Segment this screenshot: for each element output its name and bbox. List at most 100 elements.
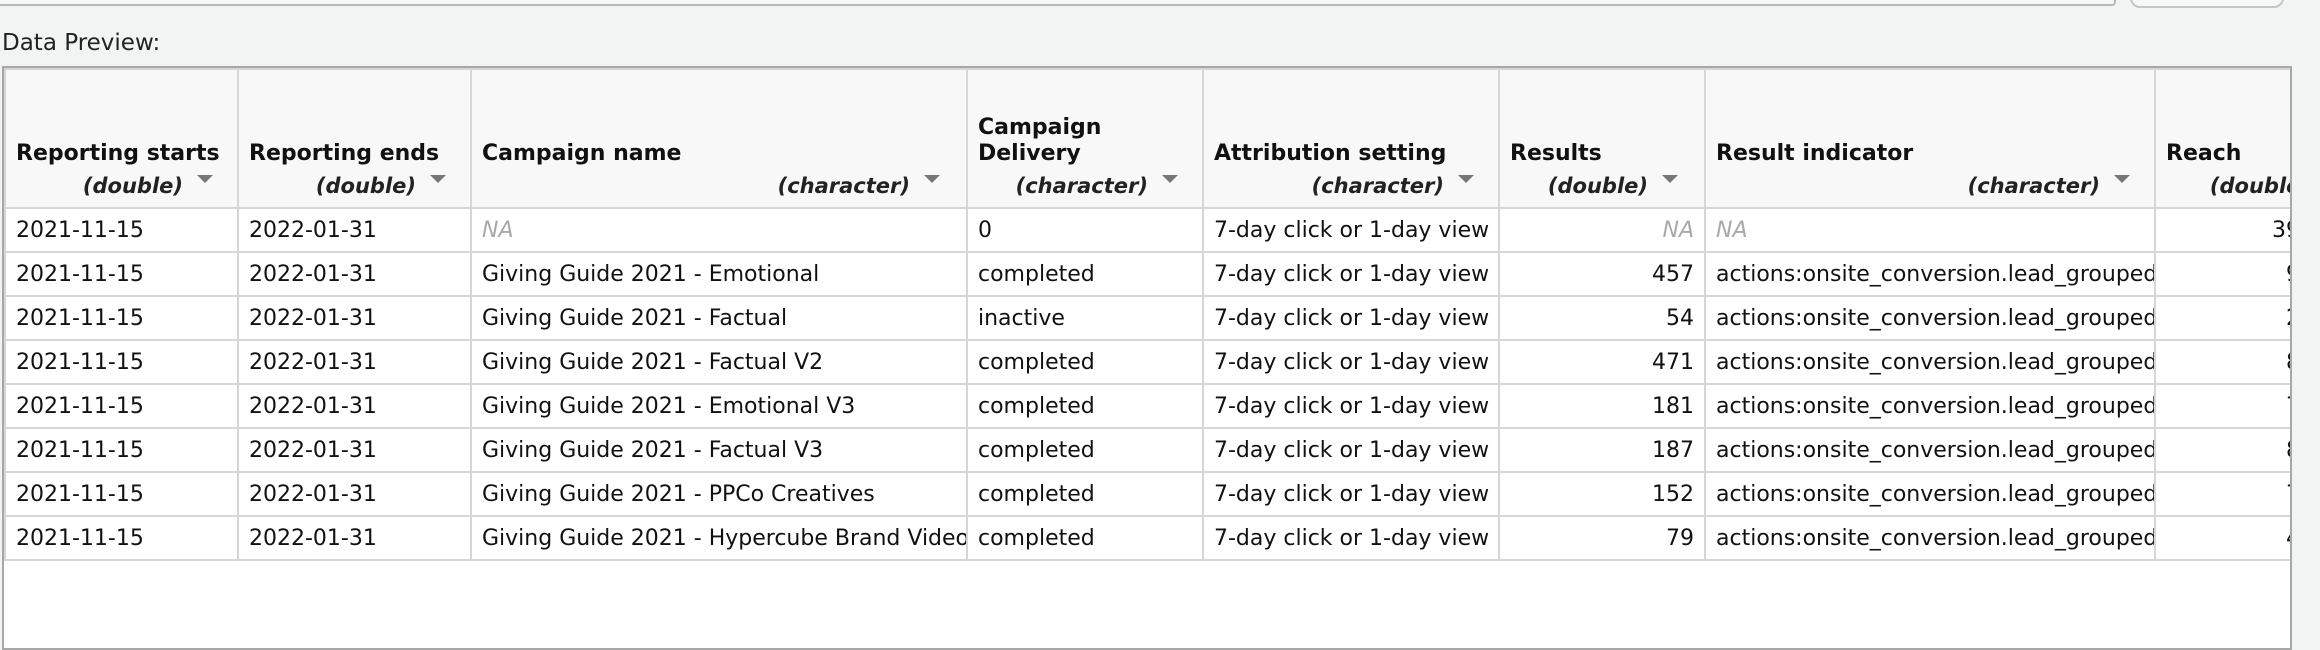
table-cell: 2021-11-15	[4, 471, 239, 517]
column-name: Result indicator	[1716, 141, 1914, 166]
table-cell: 73	[2154, 383, 2290, 429]
table-row: 2021-11-15 2022-01-31 Giving Guide 2021 - …	[4, 471, 2290, 517]
column-header[interactable]: Reach (double)	[2154, 68, 2290, 209]
table-cell: actions:onsite_conversion.lead_grouped	[1704, 295, 2156, 341]
table-cell: actions:onsite_conversion.lead_grouped	[1704, 383, 2156, 429]
table-row: 2021-11-15 2022-01-31 Giving Guide 2021 - …	[4, 427, 2290, 473]
column-header[interactable]: Reporting starts (double)	[4, 68, 239, 209]
table-cell: 2021-11-15	[4, 427, 239, 473]
table-cell: 2021-11-15	[4, 207, 239, 253]
table-cell: completed	[966, 339, 1204, 385]
table-cell: completed	[966, 427, 1204, 473]
column-type: (character)	[1967, 174, 2100, 198]
table-cell: 54	[1498, 295, 1706, 341]
table-cell: Giving Guide 2021 - Factual	[470, 295, 968, 341]
table-cell: 79	[1498, 515, 1706, 561]
column-header[interactable]: Results (double)	[1498, 68, 1706, 209]
table-row: 2021-11-15 2022-01-31 Giving Guide 2021 - …	[4, 515, 2290, 561]
table-cell: 43	[2154, 515, 2290, 561]
table-cell: 0	[966, 207, 1204, 253]
table-cell: 2022-01-31	[237, 295, 472, 341]
table-cell: actions:onsite_conversion.lead_grouped	[1704, 251, 2156, 297]
sort-dropdown-icon[interactable]	[1458, 175, 1474, 183]
table-cell: 7-day click or 1-day view	[1202, 471, 1500, 517]
table-cell: 7-day click or 1-day view	[1202, 339, 1500, 385]
sort-dropdown-icon[interactable]	[1662, 175, 1678, 183]
table-row: 2021-11-15 2022-01-31 Giving Guide 2021 - …	[4, 339, 2290, 385]
table-cell: 471	[1498, 339, 1706, 385]
table-cell: 2022-01-31	[237, 383, 472, 429]
table-cell: 2022-01-31	[237, 251, 472, 297]
sort-dropdown-icon[interactable]	[197, 175, 213, 183]
table-cell: actions:onsite_conversion.lead_grouped	[1704, 427, 2156, 473]
table-cell: 187	[1498, 427, 1706, 473]
table-cell: 152	[1498, 471, 1706, 517]
sort-dropdown-icon[interactable]	[430, 175, 446, 183]
table-header-row: Reporting starts (double) Reporting ends (d…	[4, 68, 2290, 209]
table-cell: actions:onsite_conversion.lead_grouped	[1704, 515, 2156, 561]
column-header[interactable]: Attribution setting (character)	[1202, 68, 1500, 209]
column-header[interactable]: Result indicator (character)	[1704, 68, 2156, 209]
table-cell: 393	[2154, 207, 2290, 253]
table-cell: 2021-11-15	[4, 515, 239, 561]
table-cell: Giving Guide 2021 - Emotional V3	[470, 383, 968, 429]
table-cell: 181	[1498, 383, 1706, 429]
sort-dropdown-icon[interactable]	[924, 175, 940, 183]
browse-button[interactable]	[2130, 0, 2284, 8]
table-cell: completed	[966, 471, 1204, 517]
column-header[interactable]: Reporting ends (double)	[237, 68, 472, 209]
table-cell: Giving Guide 2021 - Hypercube Brand Vide…	[470, 515, 968, 561]
file-path-input[interactable]	[0, 0, 2116, 6]
table-cell: 2022-01-31	[237, 471, 472, 517]
table-cell: 76	[2154, 471, 2290, 517]
sort-dropdown-icon[interactable]	[2114, 175, 2130, 183]
column-type: (double)	[82, 174, 183, 198]
table-cell: NA	[1704, 207, 2156, 253]
table-cell: 7-day click or 1-day view	[1202, 295, 1500, 341]
column-type: (character)	[1015, 174, 1148, 198]
table-row: 2021-11-15 2022-01-31 Giving Guide 2021 - …	[4, 251, 2290, 297]
table-cell: 83	[2154, 427, 2290, 473]
table-cell: 87	[2154, 339, 2290, 385]
column-header[interactable]: Campaign name (character)	[470, 68, 968, 209]
table-cell: 2022-01-31	[237, 427, 472, 473]
column-name: Attribution setting	[1214, 141, 1447, 166]
table-cell: completed	[966, 515, 1204, 561]
table-cell: NA	[470, 207, 968, 253]
column-type: (character)	[1311, 174, 1444, 198]
table-cell: 2021-11-15	[4, 339, 239, 385]
table-cell: actions:onsite_conversion.lead_grouped	[1704, 471, 2156, 517]
table-cell: Giving Guide 2021 - PPCo Creatives	[470, 471, 968, 517]
table-cell: 2022-01-31	[237, 207, 472, 253]
table-cell: completed	[966, 251, 1204, 297]
table-cell: completed	[966, 383, 1204, 429]
table-cell: 24	[2154, 295, 2290, 341]
table-cell: 2021-11-15	[4, 383, 239, 429]
column-type: (character)	[777, 174, 910, 198]
table-cell: 7-day click or 1-day view	[1202, 383, 1500, 429]
table-cell: 2021-11-15	[4, 251, 239, 297]
table-row: 2021-11-15 2022-01-31 Giving Guide 2021 - …	[4, 383, 2290, 429]
column-name: Reporting starts	[16, 141, 220, 166]
data-preview-table: Reporting starts (double) Reporting ends (d…	[4, 68, 2290, 561]
table-cell: 7-day click or 1-day view	[1202, 515, 1500, 561]
data-preview-label: Data Preview:	[2, 30, 161, 56]
column-type: (double)	[2209, 174, 2290, 198]
sort-dropdown-icon[interactable]	[1162, 175, 1178, 183]
column-name: Campaign Delivery	[978, 115, 1102, 166]
table-body: 2021-11-15 2022-01-31 NA 0 7-day click or 1-…	[4, 207, 2290, 561]
table-cell: 7-day click or 1-day view	[1202, 251, 1500, 297]
table-cell: 457	[1498, 251, 1706, 297]
data-preview-grid[interactable]: Reporting starts (double) Reporting ends (d…	[2, 66, 2292, 650]
table-cell: 2022-01-31	[237, 515, 472, 561]
column-name: Results	[1510, 141, 1602, 166]
column-type: (double)	[315, 174, 416, 198]
table-cell: Giving Guide 2021 - Factual V2	[470, 339, 968, 385]
table-cell: 7-day click or 1-day view	[1202, 427, 1500, 473]
table-cell: inactive	[966, 295, 1204, 341]
column-header[interactable]: Campaign Delivery (character)	[966, 68, 1204, 209]
column-name: Reach	[2166, 141, 2242, 166]
table-cell: 2022-01-31	[237, 339, 472, 385]
table-cell: 2021-11-15	[4, 295, 239, 341]
table-cell: NA	[1498, 207, 1706, 253]
